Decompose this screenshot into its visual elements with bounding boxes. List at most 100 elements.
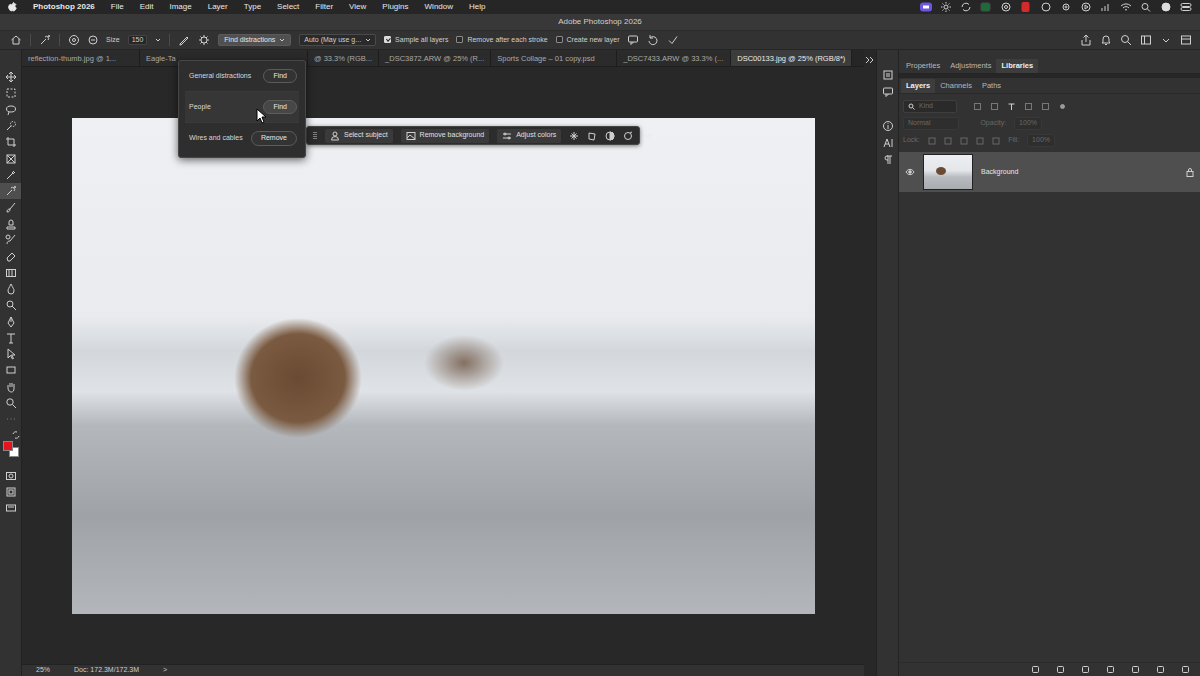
feedback-icon[interactable] bbox=[627, 34, 639, 46]
menu-item[interactable]: View bbox=[349, 2, 366, 12]
tool-button[interactable] bbox=[0, 484, 21, 500]
control-icon[interactable] bbox=[1180, 2, 1192, 12]
workspace-icon[interactable] bbox=[1140, 34, 1152, 46]
menu-item[interactable]: Window bbox=[425, 2, 453, 12]
tool-button[interactable] bbox=[0, 102, 21, 118]
record-icon[interactable] bbox=[1020, 2, 1032, 12]
tool-button[interactable] bbox=[0, 297, 21, 313]
sparkle-icon[interactable] bbox=[569, 131, 579, 141]
menu-item[interactable]: Edit bbox=[140, 2, 154, 12]
swap-colors-icon[interactable] bbox=[12, 431, 20, 439]
tool-button[interactable] bbox=[0, 232, 21, 248]
brightness-icon[interactable] bbox=[940, 2, 952, 12]
panel-tab[interactable]: Properties bbox=[901, 59, 945, 73]
fill-field[interactable]: 100% bbox=[1027, 134, 1055, 146]
remove-tool-icon[interactable] bbox=[39, 34, 51, 46]
option-checkbox[interactable]: Remove after each stroke bbox=[456, 36, 547, 44]
commit-icon[interactable] bbox=[667, 34, 679, 46]
wifi-icon[interactable] bbox=[1120, 2, 1132, 12]
distraction-action-button[interactable]: Find bbox=[263, 69, 297, 83]
smart-filter-icon[interactable] bbox=[1041, 102, 1050, 111]
lock-pixels-icon[interactable] bbox=[928, 137, 936, 145]
document-tab[interactable]: _DSC3872.ARW @ 25% (R... bbox=[379, 50, 491, 66]
pixel-filter-icon[interactable] bbox=[973, 102, 982, 111]
task-button[interactable]: Select subject bbox=[325, 129, 393, 143]
type-filter-icon[interactable] bbox=[1007, 102, 1016, 111]
task-button[interactable]: Adjust colors bbox=[497, 129, 561, 143]
distraction-action-button[interactable]: Remove bbox=[251, 131, 297, 145]
menu-item[interactable]: Image bbox=[169, 2, 191, 12]
dot-icon[interactable] bbox=[1058, 102, 1067, 111]
bell-icon[interactable] bbox=[1100, 34, 1112, 46]
lock-icon[interactable] bbox=[1186, 167, 1194, 177]
tool-button[interactable] bbox=[0, 118, 21, 134]
settings-icon[interactable] bbox=[198, 34, 210, 46]
photo[interactable] bbox=[72, 118, 815, 614]
size-field[interactable]: 150 bbox=[128, 35, 148, 45]
document-tab[interactable]: @ 33.3% (RGB... bbox=[308, 50, 379, 66]
mask-icon[interactable] bbox=[1081, 665, 1090, 674]
panel-tab[interactable]: Libraries bbox=[996, 59, 1038, 73]
search-icon[interactable] bbox=[1140, 2, 1152, 12]
tool-button[interactable] bbox=[0, 85, 21, 101]
tool-button[interactable] bbox=[0, 265, 21, 281]
panel-icon-button[interactable] bbox=[877, 134, 898, 151]
tool-button[interactable] bbox=[0, 362, 21, 378]
fx-icon[interactable] bbox=[1056, 665, 1065, 674]
user-icon[interactable] bbox=[1160, 2, 1172, 12]
contrast-icon[interactable] bbox=[605, 131, 615, 141]
search-icon[interactable] bbox=[1120, 34, 1132, 46]
menu-item[interactable]: Filter bbox=[315, 2, 333, 12]
tool-button[interactable] bbox=[0, 468, 21, 484]
menu-item[interactable]: Type bbox=[244, 2, 261, 12]
menu-item[interactable]: Select bbox=[277, 2, 299, 12]
foreground-color-swatch[interactable] bbox=[3, 441, 13, 451]
eye-icon[interactable] bbox=[905, 168, 915, 176]
tool-button[interactable] bbox=[0, 183, 21, 199]
zoom-level[interactable]: 25% bbox=[36, 666, 50, 674]
panel-icon-button[interactable] bbox=[877, 117, 898, 134]
blend-mode-dropdown[interactable]: Normal bbox=[903, 117, 959, 129]
tool-button[interactable] bbox=[0, 134, 21, 150]
collapse-icon[interactable] bbox=[865, 56, 875, 64]
tool-button[interactable] bbox=[0, 199, 21, 215]
link-layers-icon[interactable] bbox=[1031, 665, 1040, 674]
app-menu[interactable]: Photoshop 2026 bbox=[33, 2, 95, 12]
status-menu-arrow[interactable]: > bbox=[163, 666, 167, 674]
checkbox[interactable] bbox=[556, 36, 563, 43]
new-layer-icon[interactable] bbox=[1156, 665, 1165, 674]
tool-button[interactable] bbox=[0, 167, 21, 183]
panel-icon-button[interactable] bbox=[877, 151, 898, 168]
adjustment-filter-icon[interactable] bbox=[990, 102, 999, 111]
drag-handle-icon[interactable] bbox=[313, 131, 317, 141]
menu-item[interactable]: Layer bbox=[208, 2, 228, 12]
filter-kind-dropdown[interactable]: Kind bbox=[903, 100, 957, 112]
tool-button[interactable] bbox=[0, 330, 21, 346]
document-tab[interactable]: Sports Collage – 01 copy.psd bbox=[491, 50, 617, 66]
apple-icon[interactable] bbox=[8, 2, 17, 12]
lock-all-icon[interactable] bbox=[992, 137, 1000, 145]
option-checkbox[interactable]: Sample all layers bbox=[384, 36, 448, 44]
panel-icon-button[interactable] bbox=[877, 83, 898, 100]
checkbox[interactable] bbox=[384, 36, 391, 43]
sync-icon[interactable] bbox=[960, 2, 972, 12]
transform-icon[interactable] bbox=[587, 131, 597, 141]
tool-button[interactable] bbox=[0, 346, 21, 362]
panel-tab[interactable]: Channels bbox=[935, 79, 977, 93]
tool-button[interactable] bbox=[0, 216, 21, 232]
lock-paint-icon[interactable] bbox=[944, 137, 952, 145]
shape-filter-icon[interactable] bbox=[1024, 102, 1033, 111]
gear-icon[interactable] bbox=[1060, 2, 1072, 12]
status-app-icon[interactable] bbox=[920, 2, 932, 12]
group-icon[interactable] bbox=[1131, 665, 1140, 674]
more-icon[interactable] bbox=[641, 131, 651, 141]
panels-icon[interactable] bbox=[1180, 34, 1192, 46]
bars-icon[interactable] bbox=[1100, 2, 1112, 12]
tool-button[interactable] bbox=[0, 69, 21, 85]
menu-item[interactable]: Help bbox=[469, 2, 485, 12]
opacity-field[interactable]: 100% bbox=[1014, 117, 1042, 129]
tool-button[interactable] bbox=[0, 248, 21, 264]
tool-button[interactable] bbox=[0, 150, 21, 166]
reset-icon[interactable] bbox=[647, 34, 659, 46]
distraction-action-button[interactable]: Find bbox=[263, 100, 297, 114]
